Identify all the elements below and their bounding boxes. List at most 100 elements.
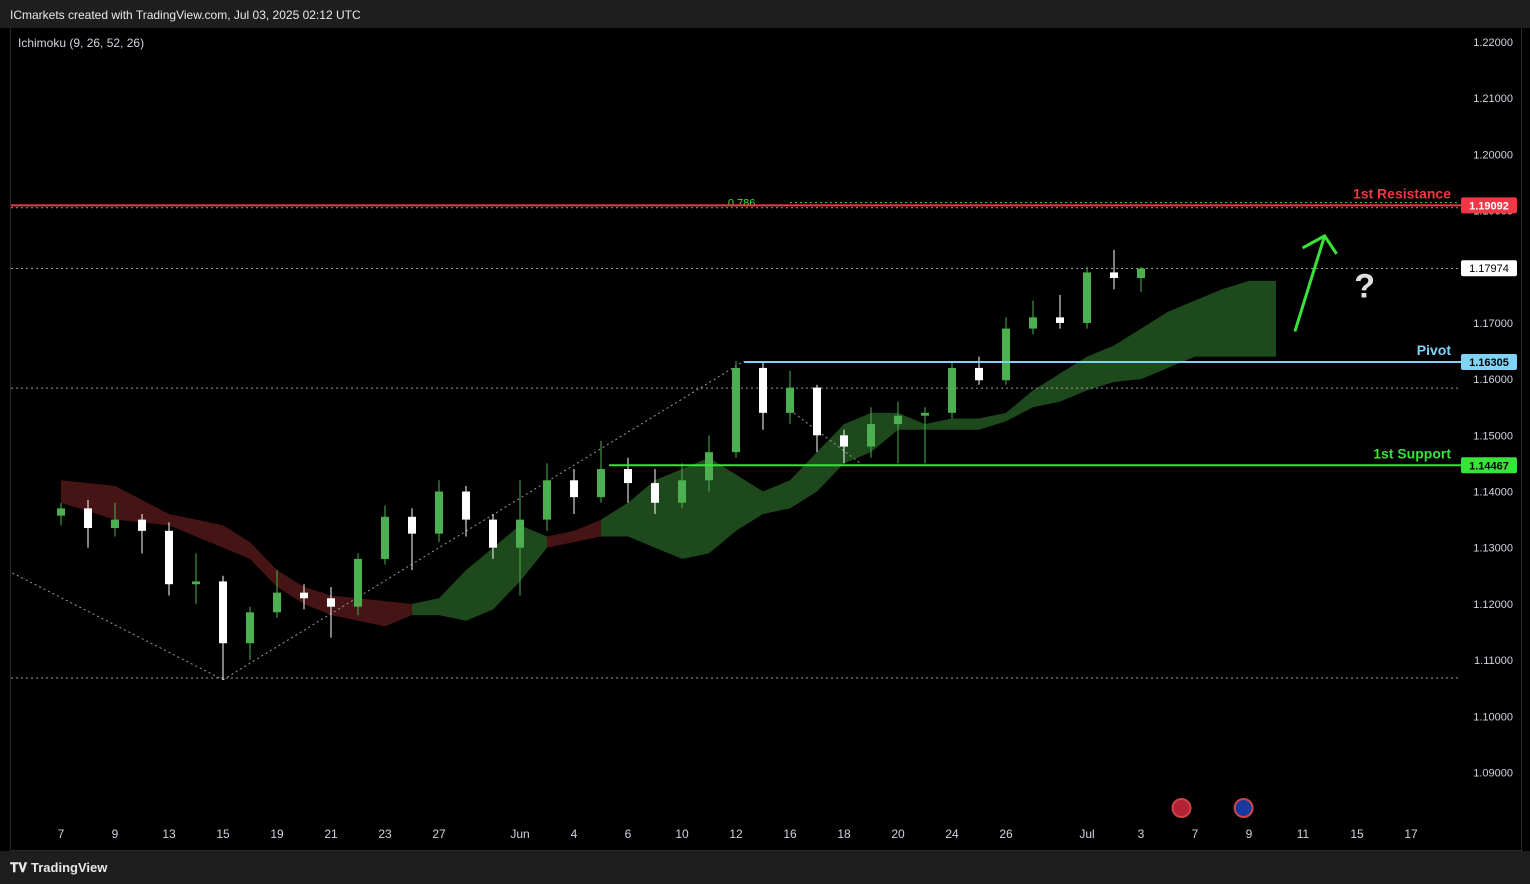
y-tick-label-11: 1.11000	[1474, 655, 1513, 667]
candle-body-30	[867, 424, 875, 447]
chart-frame[interactable]: 1.220001.210001.200001.190001.180001.170…	[10, 28, 1522, 851]
candle-body-37	[1056, 317, 1064, 323]
chart-credit: ICmarkets created with TradingView.com, …	[10, 8, 361, 22]
y-tick-label-0: 1.22000	[1473, 37, 1513, 49]
candle-body-2	[111, 519, 119, 529]
y-tick-label-10: 1.12000	[1473, 599, 1513, 611]
candle-body-40	[1137, 268, 1145, 279]
bottom-bar: 𝐓𝐕 TradingView	[0, 851, 1530, 884]
x-tick-label-21: 9	[1246, 827, 1253, 841]
ichimoku-cloud-segment-21	[709, 457, 736, 554]
candle-body-36	[1029, 317, 1037, 329]
y-tick-label-7: 1.15000	[1473, 430, 1513, 442]
candle-body-26	[759, 367, 767, 413]
ichimoku-cloud-segment-27	[871, 412, 898, 453]
ichimoku-cloud-segment-16	[574, 519, 601, 543]
candle-body-32	[921, 412, 929, 416]
y-tick-label-2: 1.20000	[1473, 149, 1513, 161]
y-tick-label-6: 1.16000	[1473, 374, 1513, 386]
x-tick-label-10: 6	[625, 827, 632, 841]
candle-body-17	[516, 519, 524, 548]
candle-body-8	[273, 592, 281, 613]
ichimoku-cloud-segment-39	[1195, 289, 1222, 357]
candle-body-19	[570, 480, 578, 498]
ichimoku-cloud-segment-5	[277, 570, 304, 604]
x-tick-label-17: 26	[999, 827, 1013, 841]
ichimoku-cloud-segment-19	[655, 469, 682, 559]
ichimoku-cloud-segment-9	[385, 601, 412, 627]
y-tick-label-8: 1.14000	[1473, 487, 1513, 499]
candle-body-11	[354, 558, 362, 607]
pivot-price-label: 1.16305	[1469, 357, 1509, 369]
ichimoku-cloud-segment-10	[412, 598, 439, 616]
tradingview-brand: 𝐓𝐕 TradingView	[10, 860, 107, 876]
x-tick-label-19: 3	[1138, 827, 1145, 841]
candle-body-31	[894, 415, 902, 425]
price-chart[interactable]: 1.220001.210001.200001.190001.180001.170…	[11, 28, 1521, 850]
candle-body-23	[678, 480, 686, 503]
x-tick-label-13: 16	[783, 827, 797, 841]
candle-body-3	[138, 519, 146, 531]
candle-body-35	[1002, 328, 1010, 381]
tradingview-logo-icon: 𝐓𝐕	[10, 860, 27, 875]
projection-arrow-shaft	[1293, 235, 1327, 332]
candle-body-34	[975, 367, 983, 381]
ichimoku-cloud-segment-31	[979, 412, 1006, 430]
x-tick-label-23: 15	[1350, 827, 1364, 841]
y-tick-label-12: 1.10000	[1473, 711, 1513, 723]
y-tick-label-1: 1.21000	[1473, 93, 1513, 105]
ichimoku-cloud-segment-23	[763, 480, 790, 514]
question-mark: ?	[1354, 268, 1375, 306]
y-tick-label-9: 1.13000	[1473, 543, 1513, 555]
candle-body-5	[192, 581, 200, 585]
candle-body-6	[219, 581, 227, 644]
x-tick-label-24: 17	[1404, 827, 1418, 841]
eu-flag-event-icon	[1233, 798, 1254, 818]
candle-body-14	[435, 491, 443, 534]
ichimoku-cloud-segment-14	[520, 525, 547, 582]
candle-body-16	[489, 519, 497, 548]
candle-body-21	[624, 469, 632, 484]
ichimoku-cloud-segment-22	[736, 474, 763, 531]
x-tick-label-20: 7	[1192, 827, 1199, 841]
x-tick-label-22: 11	[1297, 827, 1310, 841]
ichimoku-cloud-segment-36	[1114, 328, 1141, 382]
current-price-label: 1.17974	[1469, 263, 1509, 275]
candle-body-0	[57, 508, 65, 516]
x-tick-label-18: Jul	[1079, 827, 1094, 841]
ichimoku-cloud-segment-4	[250, 542, 277, 588]
pivot-label: Pivot	[1417, 342, 1452, 358]
x-tick-label-2: 13	[162, 827, 176, 841]
top-bar: ICmarkets created with TradingView.com, …	[0, 0, 1530, 28]
x-tick-label-12: 12	[729, 827, 743, 841]
ichimoku-cloud-segment-15	[547, 530, 574, 548]
candle-body-28	[813, 387, 821, 436]
ichimoku-cloud-segment-35	[1087, 345, 1114, 391]
us-flag-event-icon	[1171, 798, 1192, 818]
candle-body-38	[1083, 272, 1091, 323]
ichimoku-cloud-segment-29	[925, 418, 952, 430]
brand-name: TradingView	[31, 860, 108, 875]
candle-body-12	[381, 516, 389, 559]
ichimoku-cloud-segment-38	[1168, 300, 1195, 368]
1st-support-label: 1st Support	[1373, 445, 1451, 461]
ichimoku-cloud-segment-24	[790, 452, 817, 509]
ichimoku-cloud-segment-18	[628, 480, 655, 548]
candle-body-22	[651, 483, 659, 503]
candle-body-33	[948, 367, 956, 413]
ichimoku-cloud-segment-28	[898, 412, 925, 430]
1st-resistance-label: 1st Resistance	[1353, 185, 1451, 201]
ichimoku-cloud-segment-6	[304, 587, 331, 616]
candle-body-18	[543, 480, 551, 520]
fib-label: 0.786	[728, 198, 756, 210]
candle-body-29	[840, 435, 848, 447]
y-tick-label-5: 1.17000	[1473, 318, 1513, 330]
candle-body-20	[597, 469, 605, 498]
x-tick-label-3: 15	[216, 827, 230, 841]
candle-body-9	[300, 592, 308, 599]
indicator-label: Ichimoku (9, 26, 52, 26)	[18, 36, 145, 50]
ichimoku-cloud-segment-8	[358, 598, 385, 627]
x-tick-label-1: 9	[112, 827, 119, 841]
x-tick-label-14: 18	[837, 827, 851, 841]
ichimoku-cloud-segment-11	[439, 570, 466, 621]
